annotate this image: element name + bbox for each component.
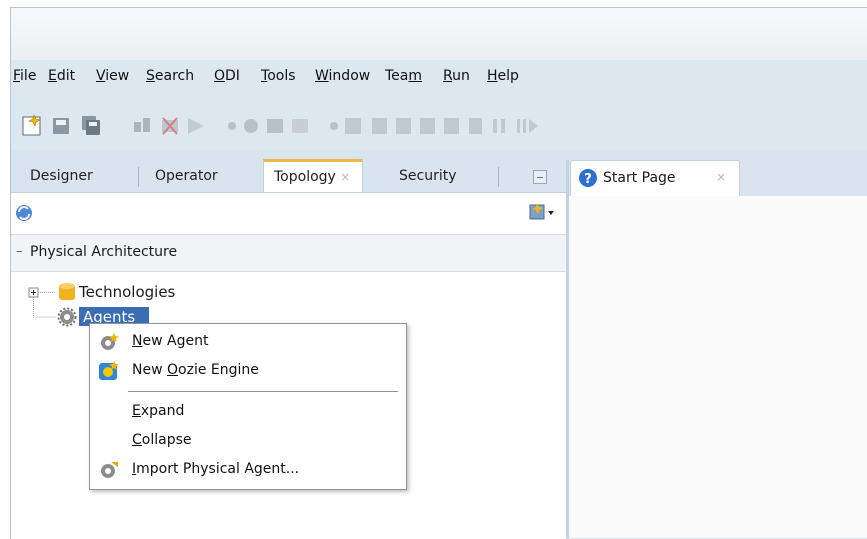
menu-item-import-physical-agent[interactable]: Import Physical Agent... [132, 461, 299, 477]
breakpoint-icon[interactable] [345, 118, 361, 134]
menu-bar: File Edit View Search ODI Tools Window T… [11, 60, 867, 100]
menu-window[interactable]: Window [315, 68, 370, 84]
import-agent-icon [101, 462, 118, 478]
menu-item-collapse[interactable]: Collapse [132, 432, 192, 448]
refresh-icon[interactable] [14, 203, 36, 223]
delete-icon[interactable] [162, 117, 178, 135]
menu-team[interactable]: Team [385, 68, 422, 84]
context-menu: New Agent New Oozie Engine Expand Collap… [89, 323, 407, 490]
new-icon[interactable] [22, 114, 41, 136]
run-icon[interactable] [188, 118, 204, 134]
save-all-icon[interactable] [82, 116, 100, 135]
step-over-icon[interactable] [396, 118, 411, 134]
debug-icon[interactable] [244, 119, 258, 133]
close-icon[interactable]: × [340, 170, 350, 184]
database-icon [59, 283, 75, 300]
step-return-icon[interactable] [444, 118, 459, 134]
connect-menu-icon[interactable] [528, 201, 556, 223]
collapse-toggle-icon[interactable]: – [16, 244, 23, 259]
oozie-engine-icon [99, 361, 119, 380]
resume-icon[interactable] [517, 119, 538, 133]
title-bar [11, 8, 867, 60]
menu-run[interactable]: Run [443, 68, 470, 84]
tab-topology[interactable]: Topology × [263, 159, 364, 194]
menu-file[interactable]: File [13, 68, 36, 84]
save-icon[interactable] [53, 118, 69, 134]
menu-separator [128, 391, 398, 392]
close-icon[interactable]: × [716, 170, 726, 184]
end-icon[interactable] [469, 118, 482, 134]
generate-icon[interactable] [134, 118, 150, 132]
toolbar-icons [22, 114, 538, 136]
menu-item-new-oozie-engine[interactable]: New Oozie Engine [132, 362, 259, 378]
menu-odi[interactable]: ODI [214, 68, 240, 84]
tab-designer[interactable]: Designer [30, 162, 93, 190]
menu-item-expand[interactable]: Expand [132, 403, 184, 419]
section-title: Physical Architecture [30, 244, 178, 260]
tab-start-page[interactable]: ? Start Page × [570, 160, 740, 197]
start-page-content [569, 196, 867, 538]
new-agent-icon [101, 333, 119, 350]
help-icon: ? [579, 169, 597, 187]
menu-search[interactable]: Search [146, 68, 194, 84]
svg-text:?: ? [584, 172, 592, 187]
pause-icon[interactable] [493, 119, 505, 133]
menu-view[interactable]: View [96, 68, 129, 84]
tab-security[interactable]: Security [399, 162, 457, 190]
tab-operator[interactable]: Operator [155, 162, 218, 190]
minimize-icon[interactable] [533, 170, 547, 184]
menu-help[interactable]: Help [487, 68, 519, 84]
wand-icon[interactable] [292, 119, 308, 133]
step-into-icon[interactable] [372, 118, 387, 134]
menu-tools[interactable]: Tools [261, 68, 296, 84]
arrow-icon[interactable] [330, 122, 338, 130]
tab-separator [498, 167, 499, 187]
tree-item-technologies[interactable]: Technologies [79, 283, 175, 301]
tab-start-page-label: Start Page [603, 170, 676, 186]
tab-separator [138, 167, 139, 187]
agent-gear-icon [57, 307, 77, 327]
menu-edit[interactable]: Edit [48, 68, 75, 84]
step-icon[interactable] [267, 119, 283, 133]
stop-icon[interactable] [228, 122, 236, 130]
step-out-icon[interactable] [420, 118, 435, 134]
physical-architecture-header[interactable]: – Physical Architecture [11, 234, 566, 272]
menu-item-new-agent[interactable]: New Agent [132, 333, 208, 349]
